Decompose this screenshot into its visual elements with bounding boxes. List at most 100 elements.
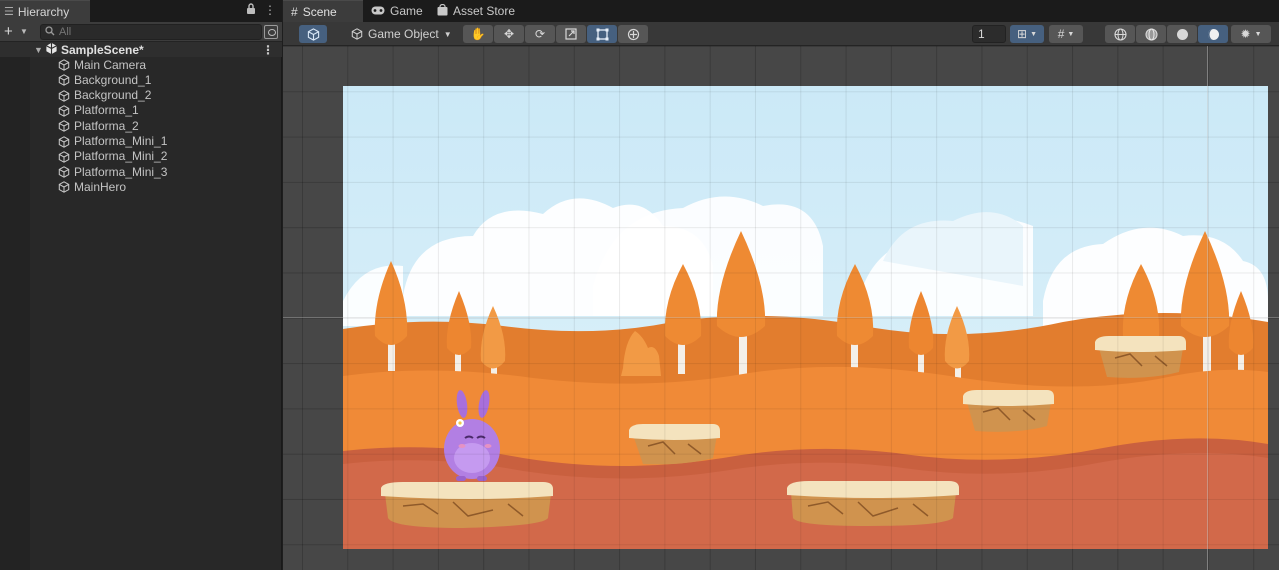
- hierarchy-item-label: Background_2: [74, 88, 152, 103]
- scene-menu-icon[interactable]: ⋮: [262, 43, 274, 57]
- hierarchy-item-label: Platforma_Mini_2: [74, 149, 168, 164]
- add-object-button[interactable]: +: [4, 23, 13, 40]
- scene-name: SampleScene*: [61, 42, 144, 57]
- unity-scene-icon: [45, 42, 58, 58]
- hierarchy-item[interactable]: MainHero: [0, 179, 282, 194]
- rect-transform-icon: [596, 28, 608, 40]
- hierarchy-item[interactable]: Platforma_Mini_1: [0, 134, 282, 149]
- tab-hierarchy[interactable]: ☰ Hierarchy: [0, 0, 90, 22]
- grid-snap-icon: ⊞: [1017, 27, 1028, 41]
- increment-snap-button[interactable]: # ▼: [1049, 25, 1083, 43]
- transform-icon: [627, 28, 639, 40]
- hierarchy-search[interactable]: [40, 24, 262, 40]
- tab-game-label: Game: [390, 4, 423, 18]
- search-filter-icon[interactable]: [264, 25, 278, 39]
- chevron-down-icon: ▼: [1254, 30, 1262, 38]
- tab-scene-label: Scene: [302, 4, 337, 19]
- hierarchy-tab-controls: ⋮: [246, 3, 276, 18]
- hierarchy-tab-bar: ☰ Hierarchy ⋮: [0, 0, 282, 22]
- platforma-mini-3: [1095, 336, 1186, 378]
- search-icon: [45, 25, 55, 39]
- hierarchy-item[interactable]: Background_2: [0, 88, 282, 103]
- move-tool-button[interactable]: ✥: [494, 25, 524, 43]
- platforma-1: [381, 482, 553, 528]
- scale-icon: [565, 28, 577, 40]
- hierarchy-item-label: Platforma_1: [74, 103, 139, 118]
- hierarchy-panel: ☰ Hierarchy ⋮ + ▼ ▼: [0, 0, 282, 570]
- platforma-mini-1: [629, 424, 720, 465]
- tab-game[interactable]: Game: [363, 0, 431, 22]
- hand-tool-button[interactable]: ✋: [463, 25, 493, 43]
- tab-scene[interactable]: # Scene: [283, 0, 363, 22]
- shaded-button[interactable]: [1167, 25, 1197, 43]
- grid-icon: #: [291, 4, 298, 19]
- more-options-icon[interactable]: ⋮: [264, 3, 276, 18]
- tool-context-label: Game Object: [368, 27, 439, 41]
- search-input[interactable]: [59, 26, 239, 38]
- platforma-mini-2: [963, 390, 1054, 432]
- cube-icon: [307, 27, 319, 41]
- hierarchy-item[interactable]: Background_1: [0, 72, 282, 87]
- gameobject-cube-icon: [58, 105, 70, 117]
- hand-icon: ✋: [470, 27, 486, 41]
- chevron-down-icon[interactable]: ▼: [20, 27, 28, 36]
- hierarchy-list-icon: ☰: [4, 6, 14, 18]
- gameobject-cube-icon: [58, 59, 70, 71]
- hierarchy-item-label: MainHero: [74, 179, 127, 194]
- gameobject-cube-icon: [58, 135, 70, 148]
- tab-asset-store[interactable]: Asset Store: [429, 0, 523, 22]
- hierarchy-item[interactable]: Platforma_Mini_3: [0, 164, 282, 179]
- tool-context-dropdown[interactable]: Game Object ▼: [351, 25, 452, 43]
- camera-bounds-horizontal: [283, 317, 1279, 318]
- grid-size-value: 1: [978, 27, 985, 41]
- shaded-sphere-icon: [1176, 28, 1188, 40]
- gamepad-icon: [371, 4, 385, 18]
- hierarchy-item[interactable]: Platforma_Mini_2: [0, 149, 282, 164]
- view-options-button[interactable]: [299, 25, 327, 43]
- gameobject-cube-icon: [58, 74, 70, 87]
- unity-editor: ☰ Hierarchy ⋮ + ▼ ▼: [0, 0, 1279, 570]
- chevron-down-icon: ▼: [1067, 30, 1075, 38]
- gameobject-cube-icon: [58, 151, 70, 163]
- gameobject-cube-icon: [58, 181, 70, 194]
- hierarchy-item-label: Background_1: [74, 72, 152, 87]
- grid-snapping-button[interactable]: ⊞ ▼: [1010, 25, 1044, 43]
- scene-viewport[interactable]: [283, 46, 1279, 570]
- camera-bounds-vertical: [1207, 46, 1208, 570]
- shaded-wireframe-button[interactable]: [1136, 25, 1166, 43]
- hierarchy-item-label: Platforma_2: [74, 118, 139, 133]
- shopping-bag-icon: [437, 3, 448, 19]
- gameobject-cube-icon: [58, 166, 70, 178]
- tab-asset-store-label: Asset Store: [453, 4, 516, 18]
- gameobject-cube-icon: [58, 120, 70, 132]
- expand-caret-icon[interactable]: ▼: [34, 45, 43, 55]
- scene-panel: # Scene Game Asset Store Game Object ▼ ✋…: [283, 0, 1279, 570]
- unlit-button[interactable]: [1198, 25, 1228, 43]
- cube-icon: [351, 28, 363, 40]
- tab-hierarchy-label: Hierarchy: [17, 4, 70, 19]
- scene-toolbar: Game Object ▼ ✋ ✥ ⟳ 1 ⊞ ▼ # ▼ ✹ ▼: [283, 22, 1279, 46]
- chevron-down-icon: ▼: [1030, 30, 1037, 38]
- hierarchy-item[interactable]: Platforma_2: [0, 118, 282, 133]
- move-arrows-icon: ✥: [503, 27, 515, 41]
- shaded-wire-sphere-icon: [1144, 27, 1158, 41]
- wireframe-shading-button[interactable]: [1105, 25, 1135, 43]
- rotate-tool-button[interactable]: ⟳: [525, 25, 555, 43]
- hierarchy-item-label: Platforma_Mini_3: [74, 164, 168, 179]
- rotate-icon: ⟳: [534, 27, 546, 41]
- scale-tool-button[interactable]: [556, 25, 586, 43]
- scene-tab-bar: # Scene Game Asset Store: [283, 0, 1279, 22]
- grid-size-field[interactable]: 1: [972, 25, 1006, 43]
- transform-tool-button[interactable]: [618, 25, 648, 43]
- hierarchy-item-label: Platforma_Mini_1: [74, 134, 168, 148]
- hierarchy-item[interactable]: Main Camera: [0, 57, 282, 72]
- rect-tool-button[interactable]: [587, 25, 617, 43]
- gameobject-cube-icon: [58, 89, 70, 102]
- lock-icon[interactable]: [246, 3, 256, 18]
- chevron-down-icon: ▼: [443, 29, 452, 39]
- hierarchy-item[interactable]: Platforma_1: [0, 103, 282, 118]
- debug-draw-mode-button[interactable]: ✹ ▼: [1231, 25, 1271, 43]
- hierarchy-toolbar: + ▼: [0, 22, 282, 42]
- unlit-sphere-icon: [1207, 28, 1219, 40]
- scene-row[interactable]: ▼ SampleScene* ⋮: [0, 42, 282, 57]
